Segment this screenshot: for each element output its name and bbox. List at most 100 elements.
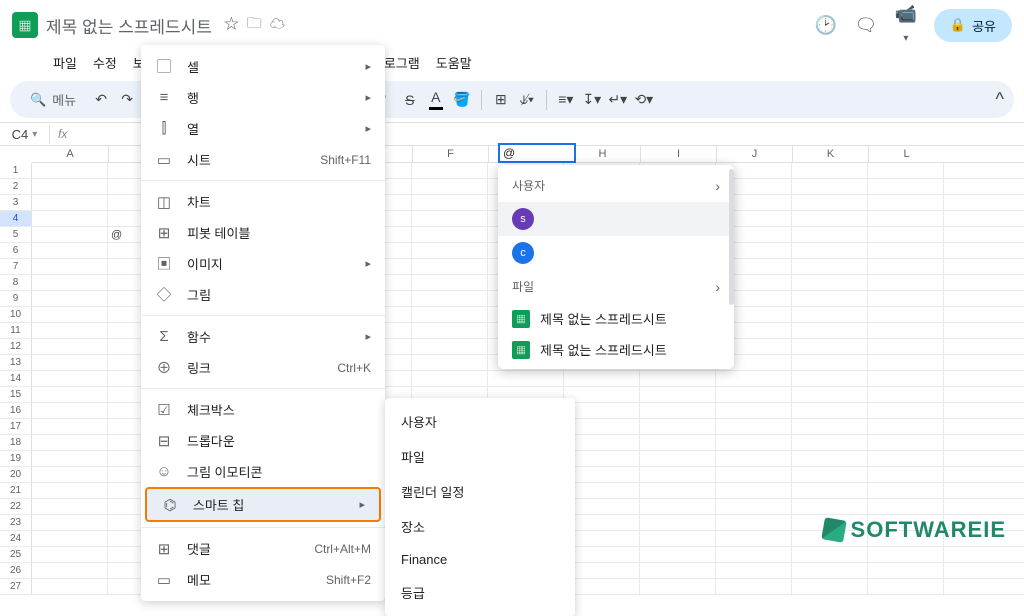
cell[interactable]	[868, 291, 944, 306]
cell[interactable]	[868, 403, 944, 418]
cell[interactable]	[792, 259, 868, 274]
cell[interactable]	[868, 307, 944, 322]
valign-icon[interactable]: ↧▾	[581, 89, 603, 111]
row-header[interactable]: 10	[0, 307, 32, 322]
cell[interactable]	[868, 579, 944, 594]
cell[interactable]	[32, 387, 108, 402]
menu-file[interactable]: 파일	[46, 50, 84, 75]
cell[interactable]	[564, 547, 640, 562]
cell[interactable]	[640, 435, 716, 450]
cell[interactable]	[564, 563, 640, 578]
cell[interactable]	[640, 515, 716, 530]
cell[interactable]	[32, 243, 108, 258]
cell[interactable]	[32, 419, 108, 434]
cell[interactable]	[792, 163, 868, 178]
cell[interactable]	[640, 563, 716, 578]
row-header[interactable]: 25	[0, 547, 32, 562]
cell[interactable]	[716, 403, 792, 418]
cell[interactable]	[640, 387, 716, 402]
cell[interactable]	[32, 371, 108, 386]
cell[interactable]	[716, 531, 792, 546]
cell[interactable]	[412, 195, 488, 210]
cell[interactable]	[792, 387, 868, 402]
row-header[interactable]: 27	[0, 579, 32, 594]
cloud-icon[interactable]: ☁	[270, 13, 285, 38]
cell[interactable]	[640, 371, 716, 386]
col-header[interactable]: F	[412, 146, 488, 162]
insert-menu-item[interactable]: ≡행▸	[141, 82, 385, 113]
row-header[interactable]: 17	[0, 419, 32, 434]
insert-menu-item[interactable]: ▣이미지▸	[141, 248, 385, 279]
row-header[interactable]: 22	[0, 499, 32, 514]
insert-menu-item[interactable]: ⊞댓글Ctrl+Alt+M	[141, 533, 385, 564]
cell[interactable]	[412, 227, 488, 242]
rotate-icon[interactable]: ⟲▾	[633, 89, 655, 111]
cell[interactable]	[32, 355, 108, 370]
cell[interactable]	[412, 259, 488, 274]
cell[interactable]	[792, 547, 868, 562]
row-header[interactable]: 9	[0, 291, 32, 306]
col-header[interactable]: J	[716, 146, 792, 162]
cell[interactable]	[792, 467, 868, 482]
cell[interactable]	[868, 227, 944, 242]
cell[interactable]	[792, 275, 868, 290]
cell[interactable]	[716, 547, 792, 562]
cell[interactable]	[792, 435, 868, 450]
cell[interactable]	[32, 579, 108, 594]
cell[interactable]	[564, 387, 640, 402]
row-header[interactable]: 13	[0, 355, 32, 370]
row-header[interactable]: 20	[0, 467, 32, 482]
meet-icon[interactable]: 📹▾	[894, 4, 918, 46]
share-button[interactable]: 🔒 공유	[934, 9, 1012, 42]
cell[interactable]	[868, 483, 944, 498]
user-suggestion-2[interactable]: c	[498, 236, 734, 270]
cell[interactable]	[488, 371, 564, 386]
cell[interactable]	[640, 451, 716, 466]
cell[interactable]	[716, 483, 792, 498]
insert-menu-item[interactable]: ⌬스마트 칩▸	[145, 487, 381, 522]
cell[interactable]	[868, 195, 944, 210]
cell[interactable]	[716, 467, 792, 482]
cell[interactable]	[868, 355, 944, 370]
cell[interactable]	[868, 259, 944, 274]
cell[interactable]	[716, 563, 792, 578]
cell[interactable]	[32, 163, 108, 178]
cell[interactable]	[412, 291, 488, 306]
menu-edit[interactable]: 수정	[86, 50, 124, 75]
row-header[interactable]: 16	[0, 403, 32, 418]
cell[interactable]	[564, 403, 640, 418]
cell[interactable]	[792, 403, 868, 418]
insert-menu-item[interactable]: ☑체크박스	[141, 394, 385, 425]
cell[interactable]	[640, 419, 716, 434]
cell[interactable]	[412, 339, 488, 354]
cell[interactable]	[32, 275, 108, 290]
row-header[interactable]: 6	[0, 243, 32, 258]
cell[interactable]	[716, 451, 792, 466]
history-icon[interactable]: 🕑	[814, 15, 838, 36]
submenu-item[interactable]: 장소	[385, 509, 575, 544]
cell[interactable]	[716, 387, 792, 402]
submenu-item[interactable]: 사용자	[385, 404, 575, 439]
cell[interactable]	[564, 579, 640, 594]
cell[interactable]	[32, 227, 108, 242]
borders-icon[interactable]: ⊞	[490, 89, 512, 111]
halign-icon[interactable]: ≡▾	[555, 89, 577, 111]
insert-menu-item[interactable]: ⊟드롭다운	[141, 425, 385, 456]
insert-menu-item[interactable]: ⊕링크Ctrl+K	[141, 352, 385, 383]
cell[interactable]	[792, 499, 868, 514]
cell[interactable]	[32, 323, 108, 338]
cell[interactable]	[640, 579, 716, 594]
cell[interactable]	[868, 371, 944, 386]
cell[interactable]	[32, 211, 108, 226]
cell[interactable]	[412, 323, 488, 338]
cell[interactable]	[640, 403, 716, 418]
cell[interactable]	[868, 323, 944, 338]
row-header[interactable]: 21	[0, 483, 32, 498]
row-header[interactable]: 1	[0, 163, 32, 178]
cell[interactable]	[792, 483, 868, 498]
cell[interactable]	[564, 515, 640, 530]
cell[interactable]	[792, 307, 868, 322]
cell[interactable]	[792, 419, 868, 434]
insert-menu-item[interactable]: ▭시트Shift+F11	[141, 144, 385, 175]
cell[interactable]	[868, 547, 944, 562]
